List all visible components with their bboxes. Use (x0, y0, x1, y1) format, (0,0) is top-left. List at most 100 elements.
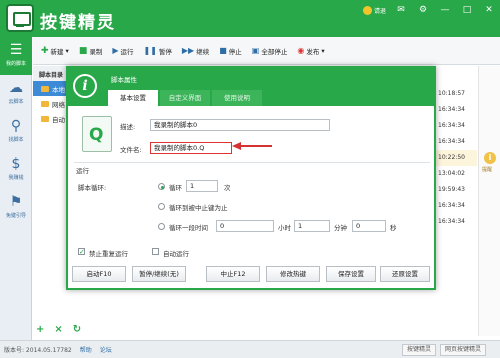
list-item-time: 16:34:34 (438, 202, 465, 209)
gear-icon[interactable]: ⚙ (416, 4, 430, 16)
tab-basic-settings[interactable]: 基本设置 (108, 90, 158, 106)
loop-until-radio[interactable] (158, 203, 165, 210)
web-keyfairy-button[interactable]: 网页按键精灵 (440, 344, 487, 356)
alert-icon[interactable]: i (484, 152, 496, 164)
description-label: 描述: (120, 123, 136, 131)
loop-time-radio[interactable] (158, 223, 165, 230)
loop-label: 脚本循环: (78, 184, 107, 192)
filename-field[interactable]: 我录制的脚本0.Q (150, 142, 232, 154)
list-item-time: 16:34:34 (438, 106, 465, 113)
forum-link[interactable]: 论坛 (100, 345, 112, 354)
chevron-down-icon: ▾ (65, 46, 69, 55)
list-item-time: 10:22:50 (435, 150, 477, 166)
stop-icon: ■ (219, 46, 227, 55)
sidebar-item-cloud[interactable]: ☁ 云脚本 (0, 75, 32, 113)
add-icon[interactable]: + (36, 324, 44, 335)
list-item-time: 16:34:34 (438, 138, 465, 145)
cloud-icon: ☁ (9, 80, 23, 96)
minutes-unit-label: 分钟 (334, 224, 347, 232)
hours-unit-label: 小时 (278, 224, 291, 232)
resume-button[interactable]: ▶▶ 继续 (182, 46, 209, 56)
play-icon: ▶ (112, 46, 119, 55)
sidebar-item-my-scripts[interactable]: ☰ 我的脚本 (0, 37, 32, 75)
list-item-time: 16:34:34 (438, 122, 465, 129)
loop-count-radio[interactable] (158, 183, 165, 190)
right-panel (478, 66, 500, 336)
filename-label: 文件名: (120, 146, 142, 154)
list-item-time: 19:59:43 (438, 186, 465, 193)
delete-icon[interactable]: × (54, 324, 62, 335)
refresh-icon[interactable]: ↻ (73, 324, 81, 335)
change-hotkey-button[interactable]: 修改热键 (266, 266, 320, 282)
loop-time-label: 循环一段时间 (169, 224, 208, 232)
dialog-title: 脚本属性 (111, 76, 137, 84)
seconds-unit-label: 秒 (390, 224, 397, 232)
save-settings-button[interactable]: 保存设置 (326, 266, 376, 282)
tab-custom-ui[interactable]: 自定义界面 (160, 90, 210, 106)
auto-run-checkbox[interactable] (152, 248, 159, 255)
folder-icon (41, 115, 49, 122)
pause-icon: ❚❚ (143, 46, 157, 55)
description-field[interactable]: 我录制的脚本0 (150, 119, 330, 131)
stop-button[interactable]: ■ 停止 (219, 46, 242, 56)
folder-icon (41, 100, 49, 107)
signpost-icon: ⚑ (9, 194, 23, 210)
auto-run-label: 自动运行 (163, 250, 189, 258)
chevron-down-icon: ▾ (321, 46, 325, 55)
minimize-icon[interactable]: — (438, 4, 452, 16)
mail-icon[interactable]: ✉ (394, 4, 408, 16)
abort-button[interactable]: 中止F12 (206, 266, 260, 282)
info-icon: i (73, 74, 97, 98)
dialog-tabs: 基本设置 自定义界面 使用说明 (108, 90, 262, 106)
title-bar: 按键精灵 请退 ✉ ⚙ — □ ✕ (0, 0, 500, 37)
sidebar-item-earn[interactable]: $ 我赚钱 (0, 151, 32, 189)
sidebar-item-guide[interactable]: ⚑ 免键引导 (0, 189, 32, 227)
keyfairy-button[interactable]: 按键精灵 (402, 344, 437, 356)
user-link[interactable]: 请退 (362, 5, 386, 15)
search-icon: ⚲ (10, 118, 22, 134)
app-logo-icon (6, 4, 34, 32)
run-button[interactable]: ▶ 运行 (112, 46, 133, 56)
version-text: 版本号: 2014.05.17782 (4, 347, 72, 354)
loop-option-label: 循环 (169, 184, 182, 192)
loop-unit-label: 次 (224, 184, 231, 192)
record-button[interactable]: ■ 录制 (79, 46, 103, 56)
annotation-arrow-icon (232, 142, 272, 150)
help-link[interactable]: 帮助 (80, 345, 92, 354)
status-bar: 版本号: 2014.05.17782 帮助 论坛 按键精灵 网页按键精灵 (0, 340, 500, 358)
loop-hours-input[interactable]: 0 (216, 220, 274, 232)
video-camera-icon: ■ (78, 45, 88, 56)
publish-icon: ◉ (297, 46, 305, 55)
plus-icon: ✚ (41, 45, 49, 56)
stop-all-button[interactable]: ▣ 全部停止 (252, 46, 288, 56)
dollar-icon: $ (11, 156, 21, 172)
start-button[interactable]: 启动F10 (72, 266, 126, 282)
close-icon[interactable]: ✕ (482, 4, 496, 16)
dialog-header: i 脚本属性 基本设置 自定义界面 使用说明 (68, 68, 434, 106)
pause-button[interactable]: ❚❚ 暂停 (143, 46, 171, 56)
stop-all-icon: ▣ (251, 46, 260, 55)
loop-until-label: 循环到被中止键为止 (169, 204, 228, 212)
resume-icon: ▶▶ (181, 46, 195, 55)
list-icon: ☰ (9, 42, 23, 58)
folder-icon (41, 85, 49, 92)
list-item-time: 13:04:02 (438, 170, 465, 177)
publish-button[interactable]: ◉ 发布 ▾ (297, 46, 324, 56)
app-title: 按键精灵 (40, 13, 116, 33)
run-section-label: 运行 (76, 167, 89, 175)
tab-instructions[interactable]: 使用说明 (212, 90, 262, 106)
main-toolbar: ✚ 新建 ▾ ■ 录制 ▶ 运行 ❚❚ 暂停 ▶▶ 继续 ■ 停止 ▣ 全部停止 ◉ 发布 ▾ (33, 37, 500, 65)
pause-resume-button[interactable]: 暂停/继续(无) (132, 266, 186, 282)
new-button[interactable]: ✚ 新建 ▾ (41, 46, 69, 56)
time-column: 10:18:57 16:34:34 16:34:34 16:34:34 10:2… (435, 86, 477, 230)
maximize-icon[interactable]: □ (460, 4, 474, 16)
loop-seconds-input[interactable]: 0 (352, 220, 386, 232)
no-repeat-checkbox[interactable]: ✓ (78, 248, 85, 256)
restore-settings-button[interactable]: 还原设置 (380, 266, 430, 282)
list-actions: + × ↻ (36, 322, 96, 336)
no-repeat-label: 禁止重复运行 (89, 250, 128, 258)
sidebar-item-find[interactable]: ⚲ 找脚本 (0, 113, 32, 151)
list-item-time: 16:34:34 (438, 218, 465, 225)
loop-count-input[interactable]: 1 (186, 180, 218, 192)
loop-minutes-input[interactable]: 1 (294, 220, 330, 232)
